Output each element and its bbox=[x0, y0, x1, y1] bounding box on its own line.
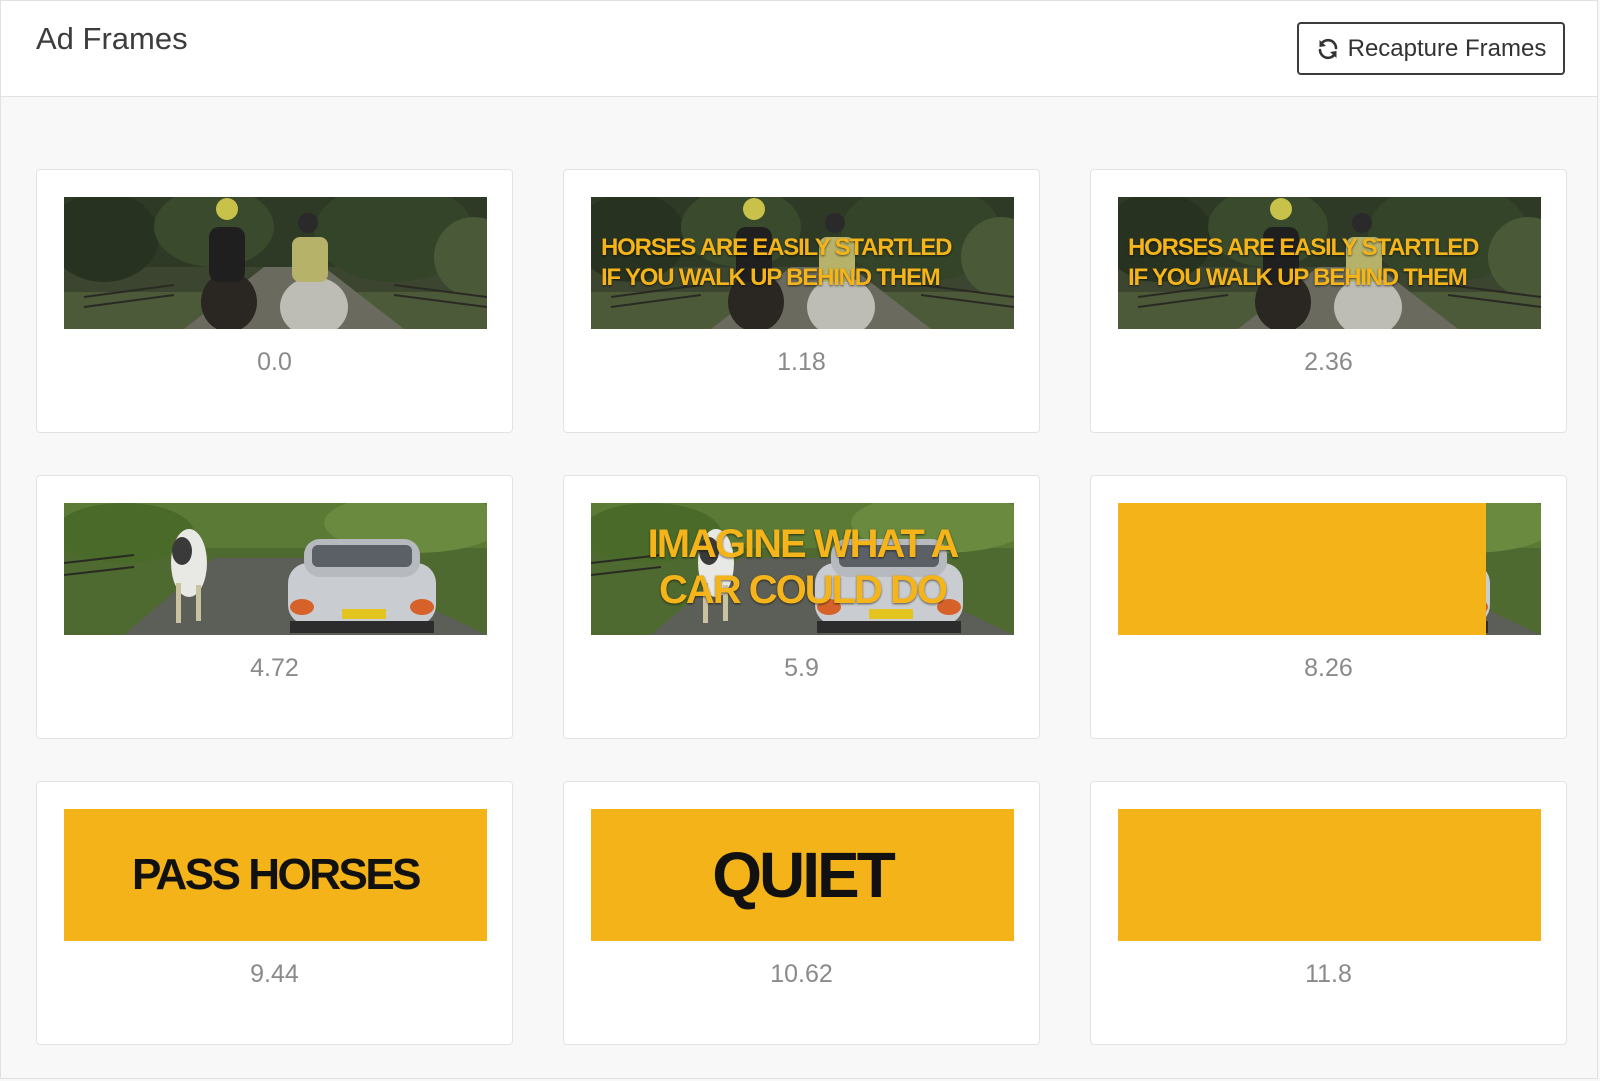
frame-card[interactable]: QUIET 10.62 bbox=[563, 781, 1040, 1045]
frame-timestamp: 5.9 bbox=[784, 654, 819, 682]
frames-grid: 0.0 HORSES ARE EASILY STARTLED IF YOU WAL… bbox=[36, 169, 1567, 1045]
frame-card[interactable]: HORSES ARE EASILY STARTLED IF YOU WALK UP… bbox=[563, 169, 1040, 433]
frame-card[interactable]: 8.26 bbox=[1090, 475, 1567, 739]
frame-thumbnail[interactable]: HORSES ARE EASILY STARTLED IF YOU WALK UP… bbox=[591, 197, 1014, 329]
yellow-wipe bbox=[1118, 503, 1486, 635]
caption-line: HORSES ARE EASILY STARTLED bbox=[1128, 234, 1479, 261]
frame-card[interactable]: HORSES ARE EASILY STARTLED IF YOU WALK UP… bbox=[1090, 169, 1567, 433]
caption-line: HORSES ARE EASILY STARTLED bbox=[601, 234, 952, 261]
frame-timestamp: 4.72 bbox=[250, 654, 299, 682]
frame-timestamp: 9.44 bbox=[250, 960, 299, 988]
frame-headline: PASS HORSES bbox=[131, 850, 422, 899]
ad-frames-panel: Ad Frames Recapture Frames 0.0 HORSES AR… bbox=[0, 0, 1598, 1079]
frame-card[interactable]: 0.0 bbox=[36, 169, 513, 433]
frame-timestamp: 10.62 bbox=[770, 960, 833, 988]
frame-thumbnail[interactable] bbox=[1118, 503, 1541, 635]
frame-card[interactable]: IMAGINE WHAT A CAR COULD DO 5.9 bbox=[563, 475, 1040, 739]
recapture-frames-button[interactable]: Recapture Frames bbox=[1297, 22, 1565, 75]
horse-riders-photo bbox=[64, 197, 487, 329]
caption-line: CAR COULD DO bbox=[658, 568, 948, 612]
frame-card[interactable]: PASS HORSES 9.44 bbox=[36, 781, 513, 1045]
frame-caption: HORSES ARE EASILY STARTLED IF YOU WALK UP… bbox=[1128, 233, 1479, 293]
frame-thumbnail[interactable]: HORSES ARE EASILY STARTLED IF YOU WALK UP… bbox=[1118, 197, 1541, 329]
frame-timestamp: 2.36 bbox=[1304, 348, 1353, 376]
frame-card[interactable]: 4.72 bbox=[36, 475, 513, 739]
frame-timestamp: 8.26 bbox=[1304, 654, 1353, 682]
frame-timestamp: 1.18 bbox=[777, 348, 826, 376]
frame-thumbnail[interactable]: IMAGINE WHAT A CAR COULD DO bbox=[591, 503, 1014, 635]
frame-thumbnail[interactable] bbox=[64, 197, 487, 329]
car-and-horse-photo bbox=[64, 503, 487, 635]
refresh-icon bbox=[1318, 38, 1337, 59]
panel-title: Ad Frames bbox=[36, 21, 188, 56]
recapture-label: Recapture Frames bbox=[1347, 34, 1547, 62]
panel-header: Ad Frames Recapture Frames bbox=[1, 1, 1597, 97]
frame-headline: QUIET bbox=[712, 839, 896, 911]
frame-caption: HORSES ARE EASILY STARTLED IF YOU WALK UP… bbox=[601, 233, 952, 293]
frame-thumbnail[interactable] bbox=[1118, 809, 1541, 941]
frame-caption: IMAGINE WHAT A CAR COULD DO bbox=[591, 521, 1014, 613]
frame-timestamp: 0.0 bbox=[257, 348, 292, 376]
caption-line: IF YOU WALK UP BEHIND THEM bbox=[601, 264, 941, 291]
frame-thumbnail[interactable]: PASS HORSES bbox=[64, 809, 487, 941]
frame-thumbnail[interactable]: QUIET bbox=[591, 809, 1014, 941]
caption-line: IF YOU WALK UP BEHIND THEM bbox=[1128, 264, 1468, 291]
frame-thumbnail[interactable] bbox=[64, 503, 487, 635]
caption-line: IMAGINE WHAT A bbox=[647, 522, 960, 566]
frame-card[interactable]: 11.8 bbox=[1090, 781, 1567, 1045]
frame-timestamp: 11.8 bbox=[1305, 960, 1352, 988]
